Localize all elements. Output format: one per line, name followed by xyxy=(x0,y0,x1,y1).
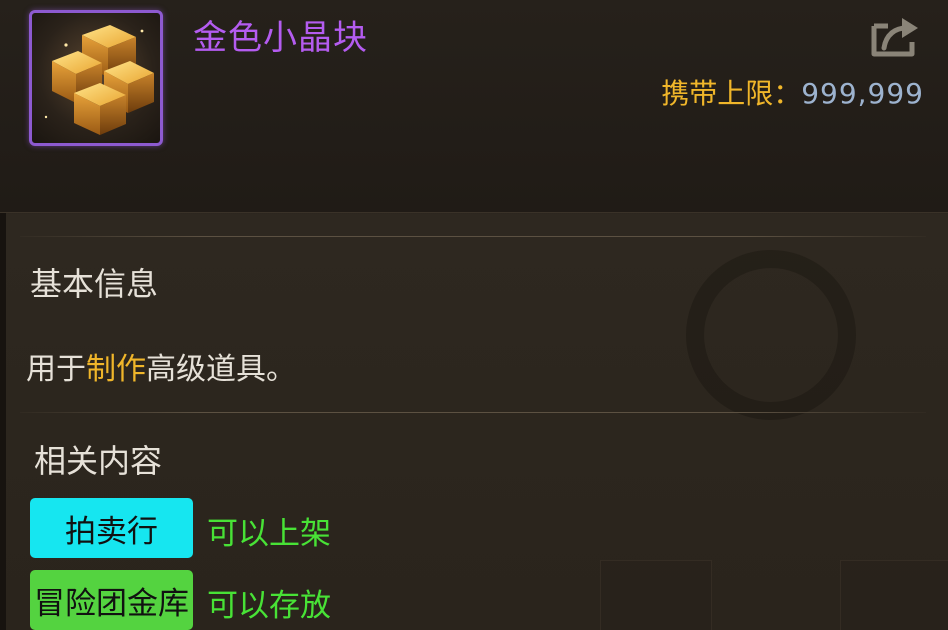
basic-info-title: 基本信息 xyxy=(30,265,159,303)
item-tooltip-panel: 金色小晶块 携带上限：999,999 基本信息 用于制作高级道具。 相关内容 拍… xyxy=(0,0,948,630)
item-name: 金色小晶块 xyxy=(193,18,368,58)
description-highlight: 制作 xyxy=(86,352,146,387)
description-suffix: 高级道具。 xyxy=(146,352,296,387)
related-content-title: 相关内容 xyxy=(34,442,163,480)
auction-house-tag[interactable]: 拍卖行 xyxy=(30,498,193,558)
gold-crystal-cubes-icon xyxy=(44,25,154,135)
share-export-icon[interactable] xyxy=(866,14,920,58)
item-description: 用于制作高级道具。 xyxy=(26,344,296,388)
adventure-team-vault-status: 可以存放 xyxy=(207,588,331,624)
description-prefix: 用于 xyxy=(26,352,86,387)
background-tile xyxy=(840,560,948,630)
background-emblem xyxy=(686,250,856,420)
background-tile xyxy=(600,560,712,630)
section-divider xyxy=(20,412,926,413)
auction-house-status: 可以上架 xyxy=(207,516,331,552)
item-header: 金色小晶块 携带上限：999,999 xyxy=(0,0,948,213)
item-icon-frame xyxy=(29,10,163,146)
section-divider xyxy=(20,236,926,237)
carry-limit: 携带上限：999,999 xyxy=(661,72,924,112)
carry-limit-label: 携带上限： xyxy=(661,77,802,110)
carry-limit-value: 999,999 xyxy=(801,77,924,110)
adventure-team-vault-tag[interactable]: 冒险团金库 xyxy=(30,570,193,630)
